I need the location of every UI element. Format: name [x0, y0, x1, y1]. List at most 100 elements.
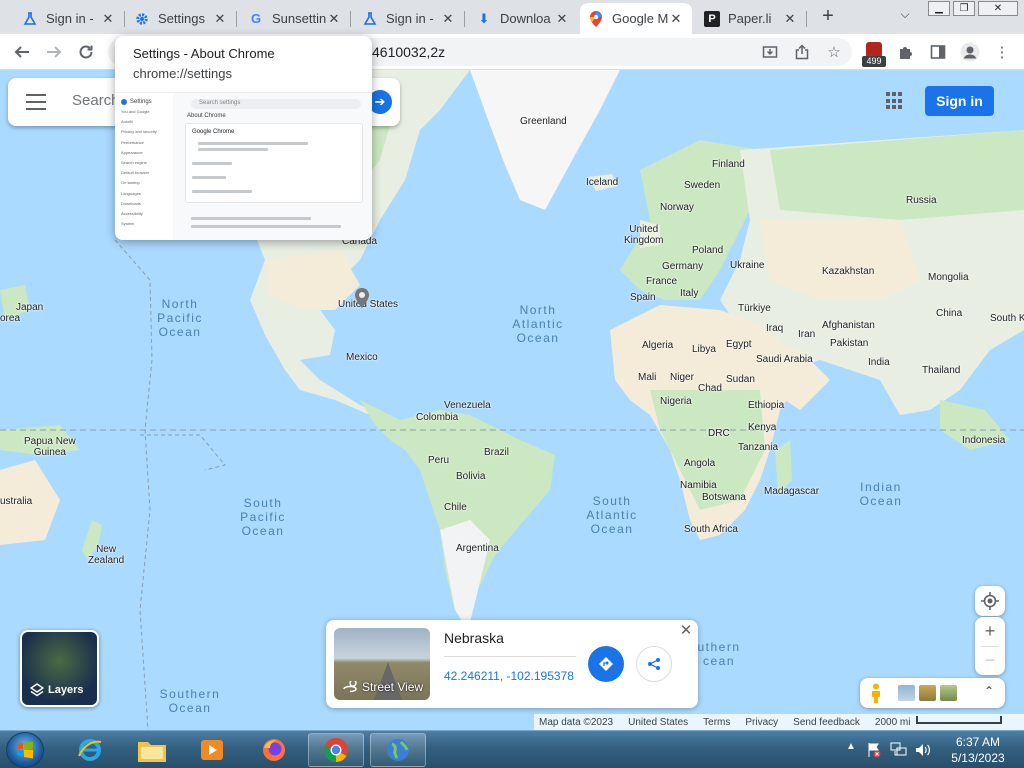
dropped-pin-icon[interactable]: [355, 288, 369, 308]
restore-button[interactable]: ❐: [953, 1, 975, 16]
tab-preview-thumbnail: Settings You and Google Autofill Privacy a…: [115, 92, 372, 240]
my-location-button[interactable]: [975, 586, 1005, 616]
extensions-puzzle-icon[interactable]: [896, 42, 916, 62]
close-window-button[interactable]: ✕: [978, 1, 1018, 16]
gear-icon: [134, 11, 150, 27]
privacy-link[interactable]: Privacy: [745, 717, 778, 728]
side-panel-icon[interactable]: [928, 42, 948, 62]
close-icon[interactable]: ✕: [554, 11, 570, 27]
ocean-label-indian: Indian Ocean: [859, 480, 903, 508]
taskbar-maps-globe[interactable]: [370, 733, 426, 767]
scale-bar: [916, 716, 1002, 724]
map-label: United Kingdom: [624, 224, 664, 246]
directions-button[interactable]: [588, 646, 624, 682]
map-label: Japan: [16, 302, 44, 313]
zoom-in-button[interactable]: +: [975, 617, 1005, 646]
send-feedback-link[interactable]: Send feedback: [793, 717, 860, 728]
imagery-thumbnail-2[interactable]: [919, 685, 936, 701]
tab-search-chevron-icon[interactable]: ⌵: [896, 7, 914, 25]
preview-nav-item: System: [121, 221, 135, 227]
tab-strip: Sign in - ✕ Settings ✕ G Sunsettin ✕ Sig…: [0, 0, 1024, 34]
map-label: Madagascar: [764, 486, 820, 497]
taskbar-chrome[interactable]: [308, 733, 364, 767]
preview-nav-item: Performance: [121, 139, 144, 145]
close-icon[interactable]: ✕: [678, 623, 694, 639]
taskbar-file-explorer[interactable]: [124, 733, 180, 767]
tab-paperli[interactable]: P Paper.li ✕: [696, 3, 807, 34]
close-icon[interactable]: ✕: [668, 11, 684, 27]
back-button[interactable]: [10, 40, 34, 64]
zoom-out-button[interactable]: −: [975, 646, 1005, 675]
extension-badge-button[interactable]: 499: [862, 42, 886, 68]
map-label: Germany: [662, 261, 704, 272]
show-hidden-icons-chevron[interactable]: ▲: [846, 741, 856, 752]
pegman-icon[interactable]: [870, 683, 882, 703]
imagery-thumbnail-1[interactable]: [898, 685, 915, 701]
tab-separator: [350, 11, 351, 27]
internet-explorer-icon: [78, 739, 102, 761]
media-player-icon: [201, 740, 223, 760]
share-button[interactable]: [636, 646, 672, 682]
taskbar-firefox[interactable]: [246, 733, 302, 767]
layers-button[interactable]: Layers: [20, 630, 99, 707]
tab-sunsetting[interactable]: G Sunsettin ✕: [240, 3, 351, 34]
forward-button[interactable]: [42, 40, 66, 64]
tab-sign-in-2[interactable]: Sign in - ✕: [354, 3, 465, 34]
close-icon[interactable]: ✕: [440, 11, 456, 27]
google-apps-grid-icon[interactable]: [886, 92, 904, 110]
tab-separator: [806, 11, 807, 27]
place-coordinates[interactable]: 42.246211, -102.195378: [444, 669, 574, 683]
map-label: Colombia: [416, 412, 459, 423]
close-icon[interactable]: ✕: [212, 11, 228, 27]
maps-pin-icon: [588, 10, 604, 27]
start-button[interactable]: [6, 732, 44, 768]
close-icon[interactable]: ✕: [782, 11, 798, 27]
reload-icon: [79, 45, 93, 59]
share-icon[interactable]: [792, 42, 812, 62]
terms-link[interactable]: Terms: [703, 717, 730, 728]
tab-downloads[interactable]: ⬇ Downloa ✕: [468, 3, 578, 34]
map-label: Argentina: [456, 543, 499, 554]
map-label: Spain: [630, 292, 656, 303]
bookmark-star-icon[interactable]: ☆: [824, 42, 844, 62]
scale-label[interactable]: 2000 mi: [875, 717, 911, 728]
region-link[interactable]: United States: [628, 717, 688, 728]
map-label: Finland: [712, 159, 745, 170]
taskbar-media-player[interactable]: [184, 733, 240, 767]
preview-search: Search settings: [191, 99, 361, 109]
volume-icon[interactable]: [914, 742, 932, 758]
map-label: France: [646, 276, 678, 287]
minimize-button[interactable]: ▁: [928, 1, 950, 16]
sign-in-button[interactable]: Sign in: [925, 86, 994, 116]
new-tab-button[interactable]: +: [816, 5, 840, 29]
close-icon[interactable]: ✕: [326, 11, 342, 27]
map-label: Saudi Arabia: [756, 354, 813, 365]
preview-nav-item: Languages: [121, 190, 141, 196]
map-label: Norway: [660, 202, 694, 213]
menu-kebab-icon[interactable]: ⋮: [992, 42, 1012, 62]
ocean-label-southern: Southern Ocean: [159, 687, 221, 715]
taskbar-clock[interactable]: 6:37 AM 5/13/2023: [948, 734, 1008, 766]
tab-google-maps[interactable]: Google M ✕: [580, 3, 692, 34]
tab-label: Sign in -: [46, 11, 94, 26]
expand-chevron-icon[interactable]: ⌃: [984, 684, 994, 698]
hamburger-menu-icon[interactable]: [26, 94, 46, 110]
ocean-label-north-atlantic: North Atlantic Ocean: [512, 303, 564, 345]
preview-nav-item: Appearance: [121, 149, 143, 155]
reload-button[interactable]: [74, 40, 98, 64]
street-view-thumbnail[interactable]: Street View: [334, 628, 430, 700]
install-app-icon[interactable]: [760, 42, 780, 62]
clock-date: 5/13/2023: [951, 751, 1005, 765]
close-icon[interactable]: ✕: [100, 11, 116, 27]
action-center-flag-icon[interactable]: [866, 742, 882, 758]
tab-sign-in-1[interactable]: Sign in - ✕: [14, 3, 125, 34]
taskbar-internet-explorer[interactable]: [62, 733, 118, 767]
map-label: Iceland: [586, 177, 619, 188]
profile-avatar-icon[interactable]: [960, 42, 980, 62]
network-icon[interactable]: [890, 742, 908, 758]
map-label: Kazakhstan: [822, 266, 875, 277]
map-label: Thailand: [922, 365, 961, 376]
divider: [444, 656, 576, 657]
imagery-thumbnail-3[interactable]: [940, 685, 957, 701]
tab-settings[interactable]: Settings ✕: [126, 3, 237, 34]
